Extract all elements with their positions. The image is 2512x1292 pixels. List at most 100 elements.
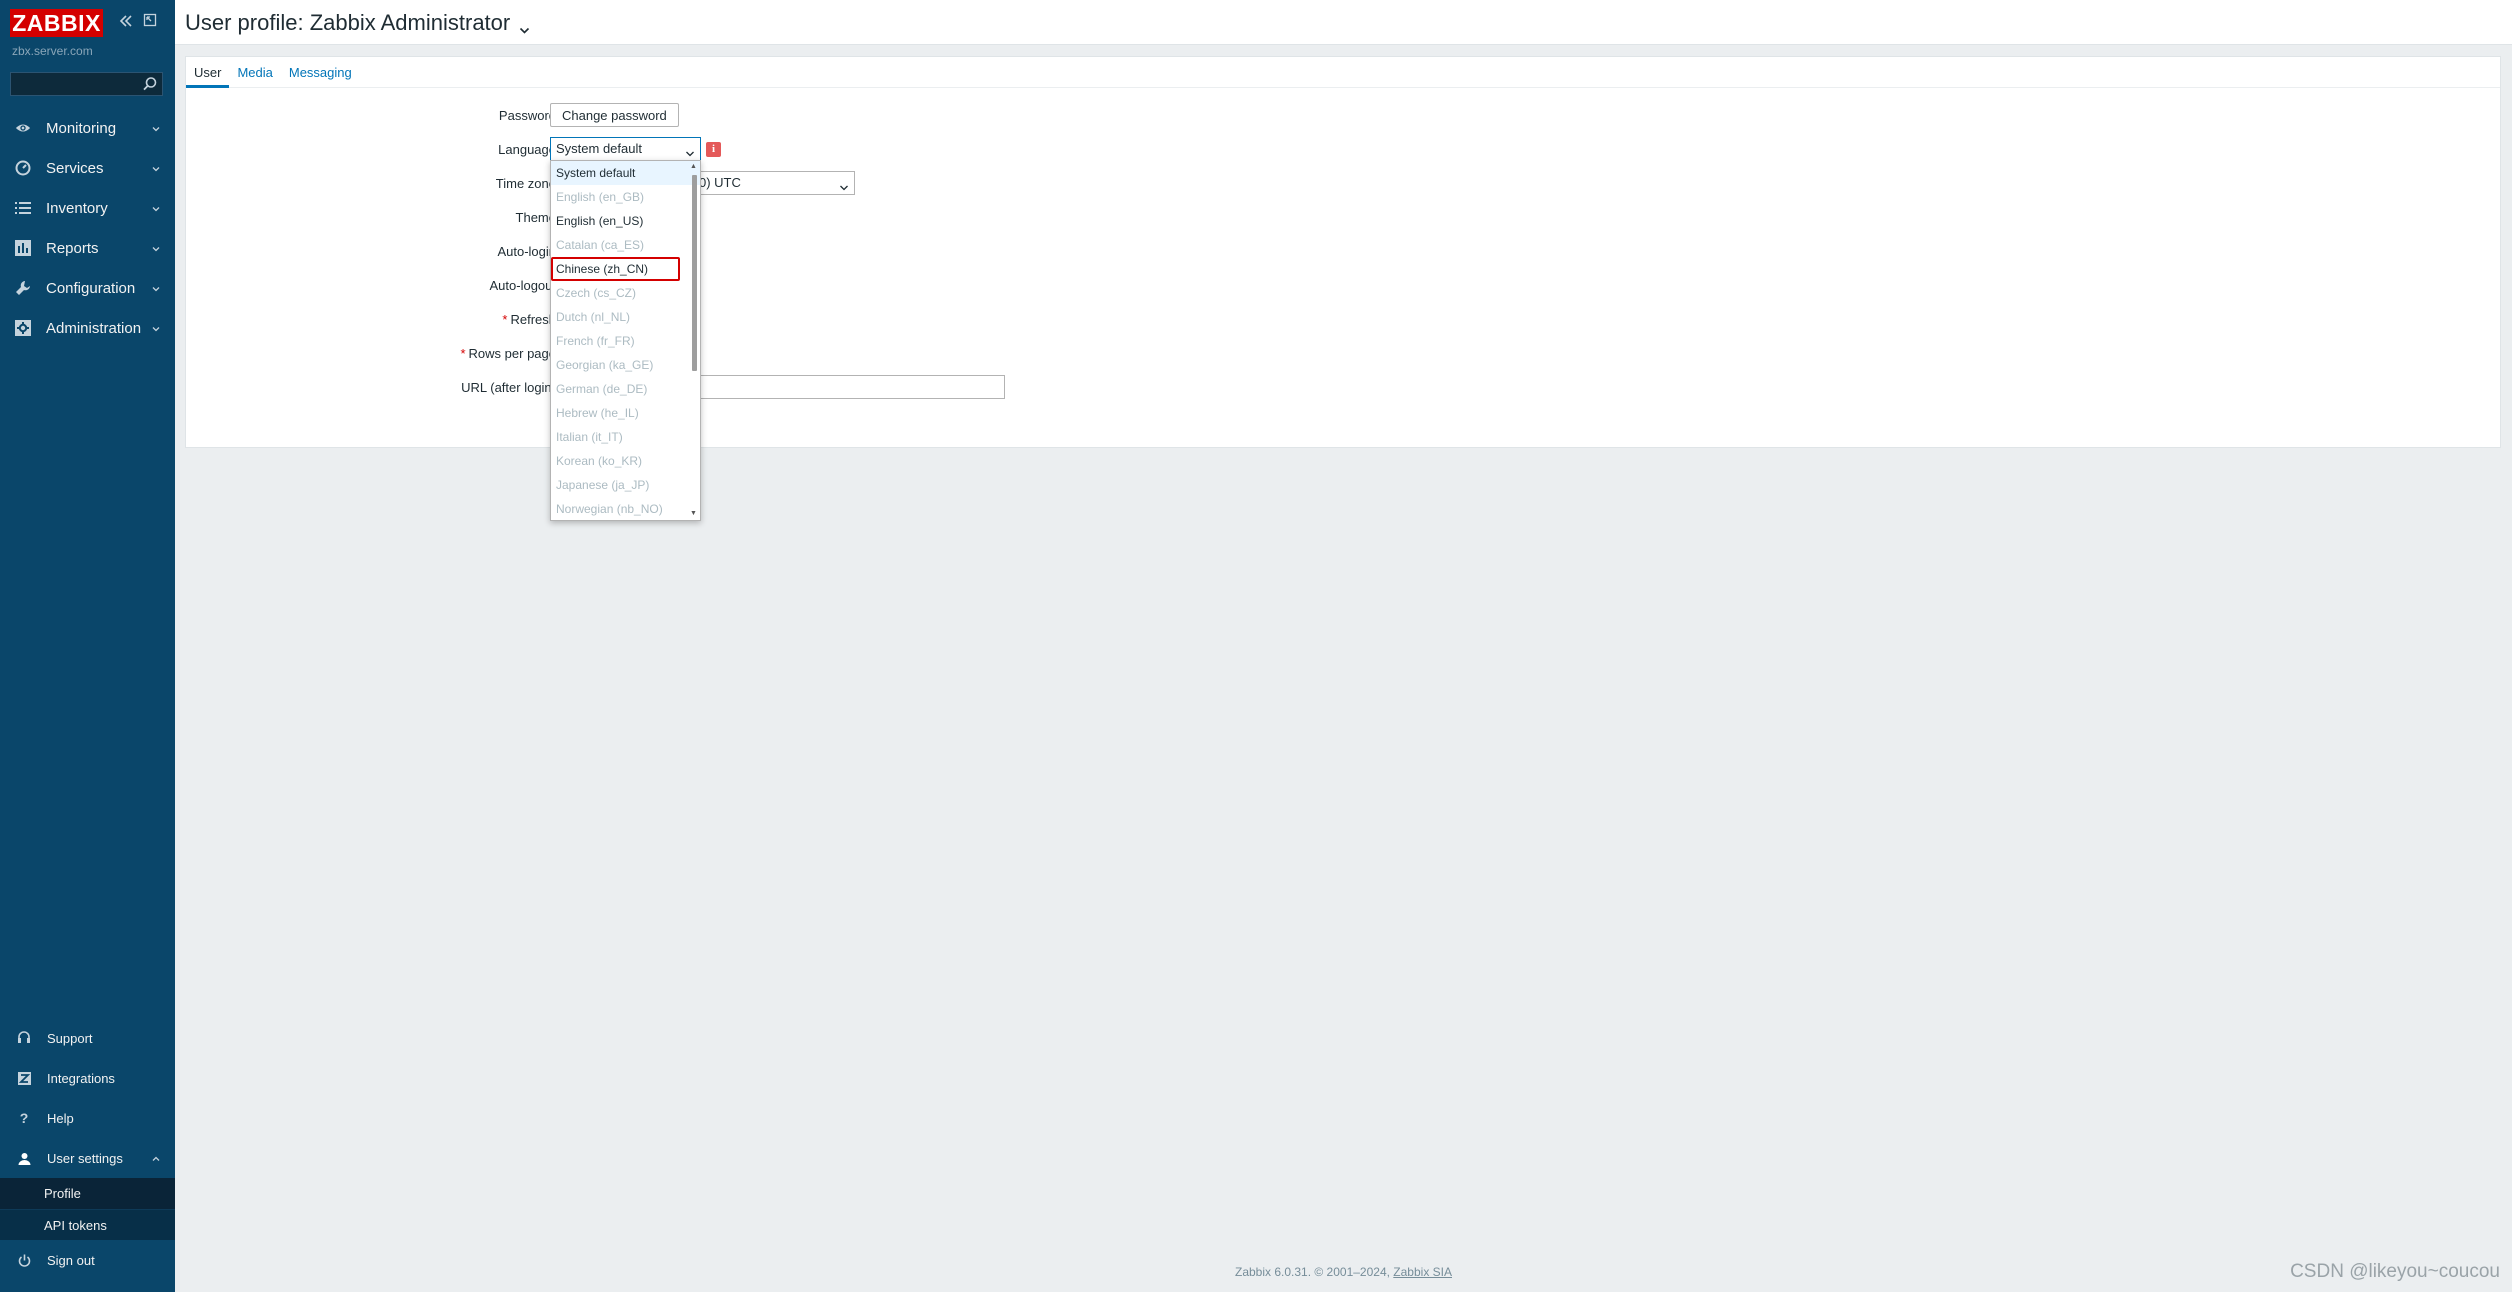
user-icon	[17, 1151, 31, 1165]
submenu-item-api-tokens[interactable]: API tokens	[0, 1209, 175, 1240]
language-option: German (de_DE)	[556, 382, 648, 396]
refresh-label: * Refresh	[296, 312, 556, 327]
page-title[interactable]: User profile: Zabbix Administrator	[185, 10, 531, 36]
help-icon: ?	[19, 1110, 29, 1126]
autologin-label: Auto-login	[497, 244, 556, 259]
headset-icon	[17, 1031, 31, 1045]
menu-item-support[interactable]: Support	[0, 1018, 175, 1058]
scrollbar-thumb[interactable]	[692, 175, 697, 371]
power-icon	[17, 1253, 31, 1267]
chevron-down-icon	[518, 17, 531, 34]
services-icon	[15, 160, 31, 176]
info-icon[interactable]: i	[706, 142, 721, 157]
chevron-down-icon	[839, 178, 849, 191]
chevron-down-icon	[150, 122, 162, 134]
submenu-item-profile[interactable]: Profile	[0, 1178, 175, 1209]
language-option[interactable]: English (en_US)	[551, 209, 700, 233]
rows-per-page-label-text: Rows per page	[468, 346, 556, 361]
required-mark: *	[460, 346, 466, 361]
required-mark: *	[502, 312, 508, 327]
sidebar: ZABBIX zbx.server.com Monitoring Service…	[0, 0, 175, 1292]
server-name: zbx.server.com	[12, 44, 93, 58]
menu-item-services[interactable]: Services	[0, 148, 175, 188]
footer-link-zabbix-sia[interactable]: Zabbix SIA	[1393, 1265, 1452, 1279]
menu-label: Reports	[46, 239, 99, 257]
menu-item-administration[interactable]: Administration	[0, 308, 175, 348]
scroll-down-arrow-icon[interactable]: ▼	[689, 510, 698, 518]
sign-out-label: Sign out	[47, 1252, 95, 1268]
menu-label: Services	[46, 159, 104, 177]
menu-item-configuration[interactable]: Configuration	[0, 268, 175, 308]
menu-label: Administration	[46, 319, 142, 337]
language-select-value: System default	[556, 141, 642, 156]
chevron-down-icon	[150, 242, 162, 254]
language-option: Korean (ko_KR)	[556, 454, 643, 468]
search-input[interactable]	[11, 73, 141, 95]
kiosk-mode-icon[interactable]	[141, 13, 159, 31]
page-title-text: User profile: Zabbix Administrator	[185, 10, 511, 35]
chevron-up-icon	[150, 1152, 162, 1164]
language-option: Georgian (ka_GE)	[556, 358, 654, 372]
chevron-down-icon	[150, 202, 162, 214]
collapse-sidebar-icon[interactable]	[117, 13, 135, 31]
user-profile-form: User Media Messaging Password Language T…	[185, 56, 2501, 448]
admin-icon	[15, 320, 31, 336]
timezone-label: Time zone	[495, 176, 556, 191]
language-option: Czech (cs_CZ)	[556, 286, 637, 300]
language-select[interactable]: System default	[550, 137, 701, 161]
support-label: Support	[47, 1030, 93, 1046]
reports-icon	[15, 240, 31, 256]
menu-label: Monitoring	[46, 119, 117, 137]
timezone-select-value: 0) UTC	[699, 175, 741, 190]
language-option: Dutch (nl_NL)	[556, 310, 631, 324]
language-option: English (en_GB)	[556, 190, 645, 204]
zabbix-logo[interactable]: ZABBIX	[10, 9, 103, 37]
menu-item-integrations[interactable]: Integrations	[0, 1058, 175, 1098]
menu-item-sign-out[interactable]: Sign out	[0, 1240, 175, 1280]
menu-item-reports[interactable]: Reports	[0, 228, 175, 268]
tab-messaging[interactable]: Messaging	[281, 57, 360, 88]
help-label: Help	[47, 1110, 74, 1126]
language-option: Italian (it_IT)	[556, 430, 623, 444]
chevron-down-icon	[150, 162, 162, 174]
bottom-menu: Support Integrations ? Help User setting…	[0, 1018, 175, 1280]
footer: Zabbix 6.0.31. © 2001–2024, Zabbix SIA	[175, 1265, 2512, 1279]
language-label: Language	[498, 142, 556, 157]
language-option-chinese-highlighted[interactable]: Chinese (zh_CN)	[551, 257, 680, 281]
footer-text: Zabbix 6.0.31. © 2001–2024,	[1235, 1265, 1394, 1279]
language-option: Catalan (ca_ES)	[556, 238, 645, 252]
dropdown-scrollbar[interactable]: ▲ ▼	[690, 161, 699, 520]
form-labels: Password Language Time zone Theme Auto-l…	[366, 57, 556, 447]
language-option: Hebrew (he_IL)	[556, 406, 639, 420]
language-option: Norwegian (nb_NO)	[556, 502, 663, 516]
url-label: URL (after login)	[461, 380, 556, 395]
eye-icon	[15, 120, 31, 136]
menu-item-help[interactable]: ? Help	[0, 1098, 175, 1138]
chevron-down-icon	[150, 322, 162, 334]
chevron-down-icon	[685, 144, 695, 157]
menu-item-monitoring[interactable]: Monitoring	[0, 108, 175, 148]
theme-label: Theme	[515, 210, 556, 225]
password-label: Password	[498, 108, 556, 123]
integrations-icon	[17, 1071, 31, 1085]
chevron-down-icon	[150, 282, 162, 294]
search-icon[interactable]	[141, 75, 159, 93]
autologout-label: Auto-logout	[489, 278, 557, 293]
page-header: User profile: Zabbix Administrator	[175, 0, 2512, 45]
rows-per-page-label: * Rows per page	[296, 346, 556, 361]
tab-media[interactable]: Media	[229, 57, 280, 88]
language-option[interactable]: System default	[551, 161, 700, 185]
scroll-up-arrow-icon[interactable]: ▲	[689, 163, 698, 171]
change-password-button[interactable]: Change password	[550, 103, 679, 127]
menu-item-inventory[interactable]: Inventory	[0, 188, 175, 228]
tab-user[interactable]: User	[186, 57, 230, 88]
menu-item-user-settings[interactable]: User settings	[0, 1138, 175, 1178]
main-menu: Monitoring Services Inventory Reports Co…	[0, 108, 175, 348]
language-dropdown-list: System default English (en_GB) English (…	[550, 160, 701, 521]
user-settings-label: User settings	[47, 1150, 123, 1166]
language-option: Japanese (ja_JP)	[556, 478, 650, 492]
sidebar-search	[10, 72, 163, 96]
user-settings-submenu: Profile API tokens	[0, 1178, 175, 1240]
list-icon	[15, 200, 31, 216]
integrations-label: Integrations	[47, 1070, 115, 1086]
